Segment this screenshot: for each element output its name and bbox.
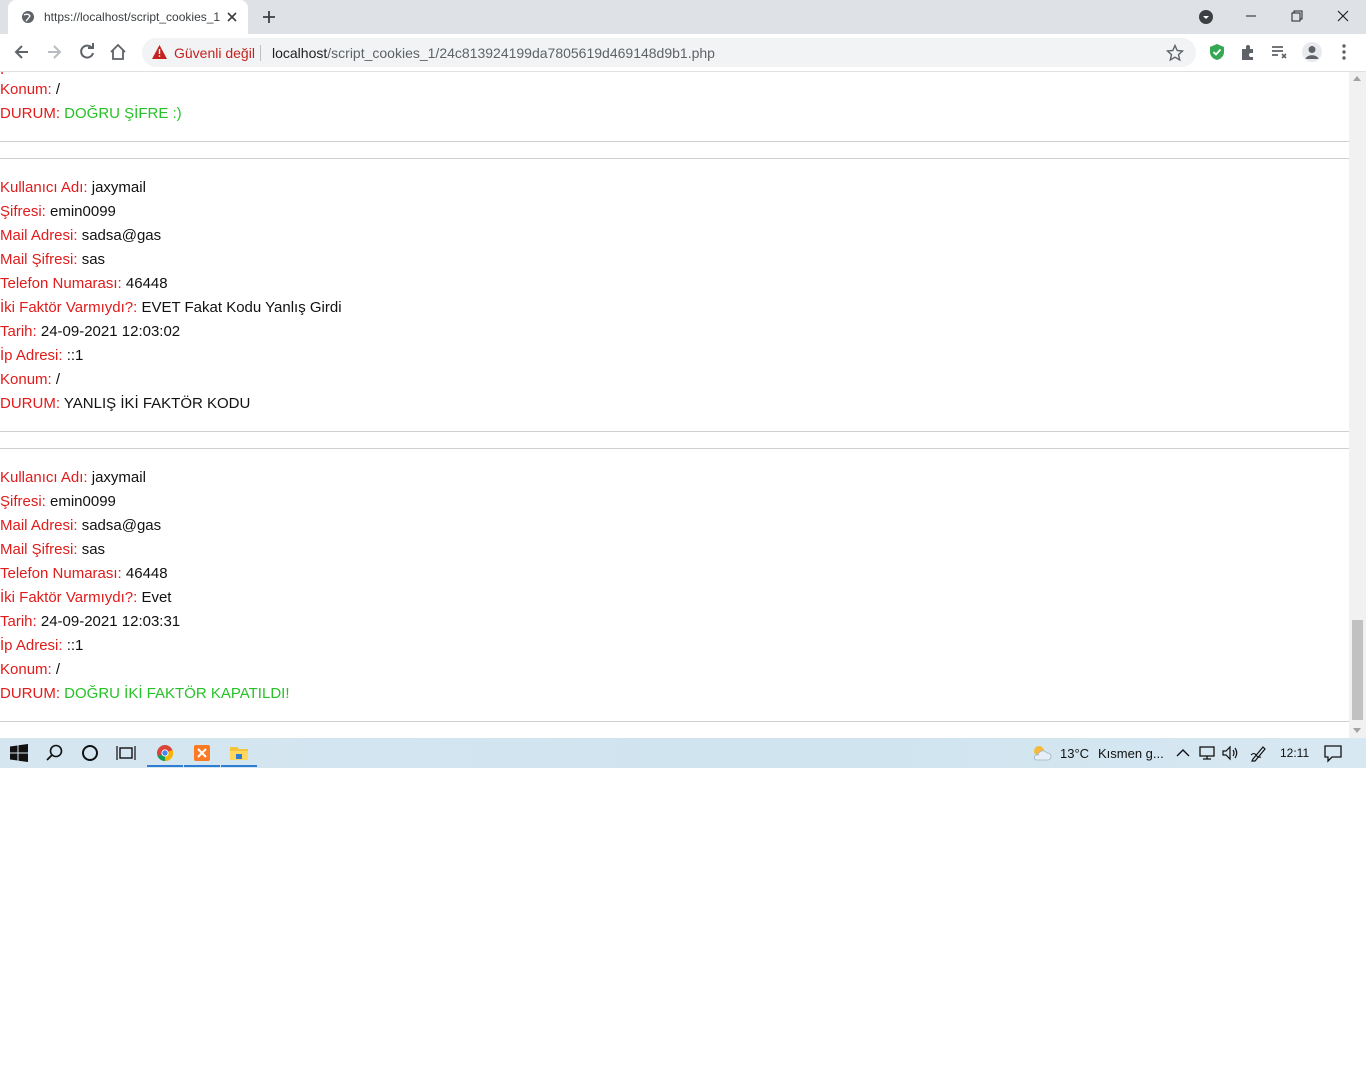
extensions-icon[interactable] xyxy=(1238,42,1258,62)
home-icon[interactable] xyxy=(108,42,128,62)
forward-icon[interactable] xyxy=(44,42,64,62)
clock-time[interactable]: 12:11 xyxy=(1280,746,1309,760)
profile-icon xyxy=(1305,46,1319,59)
divider xyxy=(0,141,1349,142)
cortana-icon[interactable] xyxy=(80,743,100,763)
divider xyxy=(0,158,1349,159)
page-content: İ Konum: / DURUM: DOĞRU ŞİFRE :) Kullanı… xyxy=(0,72,1349,738)
tab-search-icon[interactable] xyxy=(1198,9,1214,25)
chevron-up-icon[interactable] xyxy=(1173,743,1193,763)
warning-icon[interactable] xyxy=(152,45,167,59)
scroll-down-arrow-icon[interactable] xyxy=(1353,728,1361,733)
url-text[interactable]: localhost/script_cookies_1/24c813924199d… xyxy=(272,45,715,61)
url-path: /script_cookies_1/24c813924199da7805619d… xyxy=(327,45,715,61)
notification-icon[interactable] xyxy=(1323,743,1343,763)
record-2-mail: Mail Adresi: sadsa@gas xyxy=(0,517,162,534)
menu-icon[interactable] xyxy=(1334,42,1354,62)
close-icon[interactable] xyxy=(224,9,240,25)
tab-title: https://localhost/script_cookies_1/24c81… xyxy=(44,10,220,24)
minimize-icon[interactable] xyxy=(1241,6,1261,26)
record-2-username: Kullanıcı Adı: jaxymail xyxy=(0,469,146,486)
record-2-two-factor: İki Faktör Varmıydı?: Evet xyxy=(0,589,172,606)
divider xyxy=(0,448,1349,449)
network-icon[interactable] xyxy=(1197,743,1217,763)
browser-toolbar: Güvenli değil localhost/script_cookies_1… xyxy=(0,34,1366,72)
record-1-ip: İp Adresi: ::1 xyxy=(0,347,84,364)
plus-icon[interactable] xyxy=(260,8,278,26)
weather-text[interactable]: Kısmen g... xyxy=(1098,746,1164,761)
browser-tab[interactable]: https://localhost/script_cookies_1/24c81… xyxy=(8,0,248,34)
task-view-icon[interactable] xyxy=(116,743,136,763)
active-app-indicator xyxy=(147,765,183,767)
record-1-mail: Mail Adresi: sadsa@gas xyxy=(0,227,162,244)
back-icon[interactable] xyxy=(12,42,32,62)
pen-icon[interactable] xyxy=(1249,743,1269,763)
window-close-icon[interactable] xyxy=(1333,6,1353,26)
windows-icon[interactable] xyxy=(9,743,29,763)
record-1-phone: Telefon Numarası: 46448 xyxy=(0,275,168,292)
record-2-password: Şifresi: emin0099 xyxy=(0,493,116,510)
star-icon[interactable] xyxy=(1166,44,1184,62)
record-1-location: Konum: / xyxy=(0,371,61,388)
record-2-mail-password: Mail Şifresi: sas xyxy=(0,541,106,558)
record-0-location: Konum: / xyxy=(0,81,61,98)
record-2-status: DURUM: DOĞRU İKİ FAKTÖR KAPATILDI! xyxy=(0,685,290,702)
record-1-status: DURUM: YANLIŞ İKİ FAKTÖR KODU xyxy=(0,395,251,412)
search-icon[interactable] xyxy=(45,743,65,763)
divider xyxy=(0,721,1349,722)
reload-icon[interactable] xyxy=(77,42,97,62)
active-app-indicator xyxy=(184,765,220,767)
globe-icon xyxy=(22,11,34,23)
volume-icon[interactable] xyxy=(1220,743,1240,763)
record-0-status: DURUM: DOĞRU ŞİFRE :) xyxy=(0,105,182,122)
reading-list-icon[interactable] xyxy=(1269,42,1289,62)
temperature-text[interactable]: 13°C xyxy=(1060,746,1089,761)
address-bar[interactable]: Güvenli değil localhost/script_cookies_1… xyxy=(142,38,1196,67)
security-label[interactable]: Güvenli değil xyxy=(174,45,255,61)
record-1-two-factor: İki Faktör Varmıydı?: EVET Fakat Kodu Ya… xyxy=(0,299,342,316)
omnibox-separator xyxy=(260,45,261,61)
windows-taskbar: 13°C Kısmen g... 12:11 xyxy=(0,738,1366,768)
record-1-username: Kullanıcı Adı: jaxymail xyxy=(0,179,146,196)
record-2-date: Tarih: 24-09-2021 12:03:31 xyxy=(0,613,181,630)
active-app-indicator xyxy=(221,765,257,767)
scroll-up-arrow-icon[interactable] xyxy=(1353,76,1361,81)
record-2-location: Konum: / xyxy=(0,661,61,678)
record-1-mail-password: Mail Şifresi: sas xyxy=(0,251,106,268)
vertical-scrollbar[interactable] xyxy=(1349,72,1366,738)
tab-strip: https://localhost/script_cookies_1/24c81… xyxy=(0,0,1366,34)
shield-icon[interactable] xyxy=(1207,42,1227,62)
restore-icon[interactable] xyxy=(1287,6,1307,26)
record-2-phone: Telefon Numarası: 46448 xyxy=(0,565,168,582)
chrome-icon[interactable] xyxy=(155,743,175,763)
xampp-icon[interactable] xyxy=(192,743,212,763)
record-2-ip: İp Adresi: ::1 xyxy=(0,637,84,654)
weather-icon[interactable] xyxy=(1030,743,1052,763)
divider xyxy=(0,431,1349,432)
record-1-date: Tarih: 24-09-2021 12:03:02 xyxy=(0,323,181,340)
record-1-password: Şifresi: emin0099 xyxy=(0,203,116,220)
folder-icon[interactable] xyxy=(229,743,249,763)
url-host: localhost xyxy=(272,45,328,61)
profile-button[interactable] xyxy=(1302,42,1322,62)
scrollbar-thumb[interactable] xyxy=(1352,620,1363,720)
